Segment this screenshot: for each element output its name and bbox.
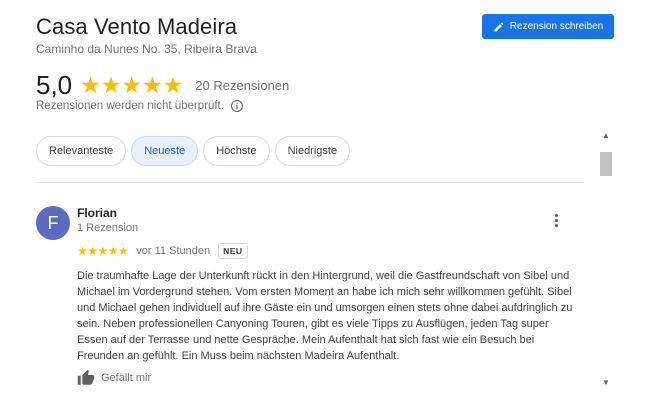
filter-newest[interactable]: Neueste [131, 136, 199, 166]
reviewer-name[interactable]: Florian [77, 206, 117, 220]
sort-filters: Relevanteste Neueste Höchste Niedrigste [36, 136, 351, 166]
place-title: Casa Vento Madeira [36, 14, 238, 39]
filter-relevant[interactable]: Relevanteste [36, 136, 127, 166]
filter-lowest[interactable]: Niedrigste [274, 136, 351, 166]
review-time: vor 11 Stunden [136, 245, 211, 257]
like-label: Gefällt mir [101, 372, 152, 384]
place-address: Caminho da Nunes No. 35, Ribeira Brava [36, 42, 257, 56]
scrollbar-thumb[interactable] [600, 152, 612, 176]
pencil-icon [494, 21, 504, 31]
divider [36, 182, 584, 183]
more-options-icon[interactable] [546, 210, 566, 230]
write-review-label: Rezension schreiben [509, 21, 604, 32]
like-button[interactable]: Gefällt mir [77, 369, 151, 387]
unverified-note-text: Rezensionen werden nicht überprüft. [36, 100, 224, 112]
review-stars: ★★★★★ [77, 244, 129, 258]
scroll-up-icon[interactable]: ▲ [598, 129, 614, 141]
star-icon: ★ [80, 72, 101, 98]
info-icon[interactable]: i [230, 100, 243, 112]
average-rating: 5,0 [36, 70, 73, 100]
review-meta: ★★★★★ vor 11 Stunden NEU [77, 243, 248, 259]
filter-highest[interactable]: Höchste [203, 136, 270, 166]
thumbs-up-icon [77, 369, 95, 385]
scroll-down-icon[interactable]: ▼ [598, 376, 614, 388]
review-text: Die traumhafte Lage der Unterkunft rückt… [77, 270, 573, 362]
rating-stars: ★ ★ ★ ★ ★ [80, 74, 183, 97]
new-badge: NEU [218, 243, 248, 259]
star-icon: ★ [100, 72, 122, 98]
star-icon: ★ [162, 72, 184, 98]
write-review-button[interactable]: Rezension schreiben [482, 14, 614, 39]
avatar[interactable]: F [36, 206, 70, 240]
star-icon: ★ [142, 72, 163, 98]
rating-summary: 5,0 ★ ★ ★ ★ ★ 20 Rezensionen [36, 70, 289, 101]
unverified-note: Rezensionen werden nicht überprüft. i [36, 100, 243, 112]
review-count-link[interactable]: 20 Rezensionen [195, 78, 289, 93]
reviewer-review-count: 1 Rezension [77, 222, 139, 234]
star-icon: ★ [121, 72, 143, 98]
